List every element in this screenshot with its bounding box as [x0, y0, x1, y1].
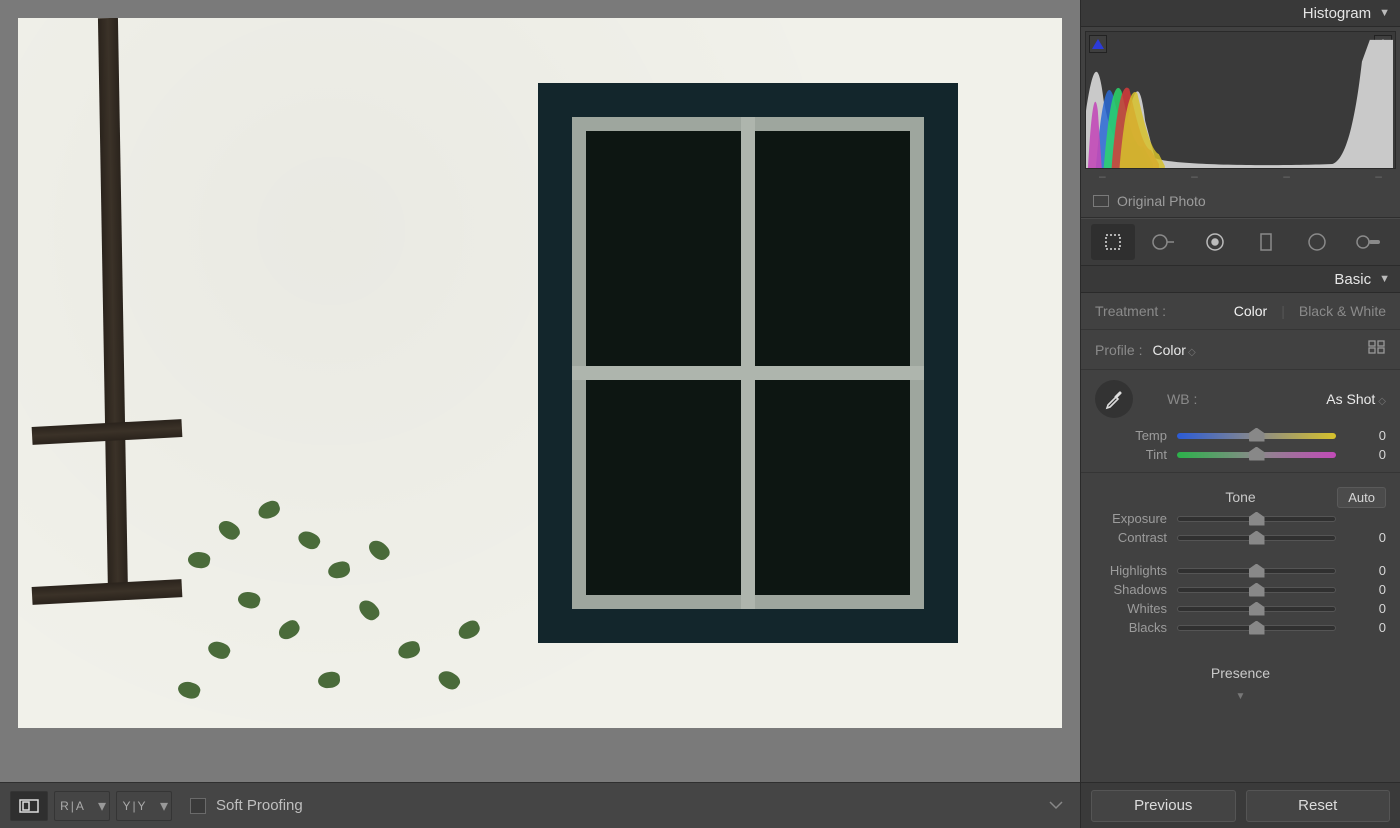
contrast-value[interactable]: 0 — [1346, 530, 1386, 545]
image-canvas[interactable] — [0, 0, 1080, 746]
tint-value[interactable]: 0 — [1346, 447, 1386, 462]
temp-label: Temp — [1095, 428, 1167, 443]
right-panel-footer: Previous Reset — [1081, 782, 1400, 828]
treatment-row: Treatment : Color | Black & White — [1081, 293, 1400, 330]
bottom-toolbar: R|A ▾ Y|Y ▾ Soft Proofing — [0, 782, 1080, 828]
profile-browser-icon[interactable] — [1368, 340, 1386, 359]
soft-proofing-label: Soft Proofing — [216, 797, 303, 814]
wb-preset-dropdown[interactable]: As Shot◇ — [1326, 391, 1386, 407]
treatment-label: Treatment : — [1095, 303, 1166, 319]
original-photo-label: Original Photo — [1117, 193, 1206, 209]
view-mode-compare-group: R|A ▾ — [54, 791, 110, 821]
original-photo-toggle[interactable]: Original Photo — [1081, 185, 1400, 218]
whites-label: Whites — [1095, 601, 1167, 616]
previous-button[interactable]: Previous — [1091, 790, 1236, 822]
whites-value[interactable]: 0 — [1346, 601, 1386, 616]
whites-slider-row: Whites 0 — [1095, 601, 1386, 616]
histogram-panel-header[interactable]: Histogram ▼ — [1081, 0, 1400, 27]
auto-tone-button[interactable]: Auto — [1337, 487, 1386, 508]
highlights-slider-row: Highlights 0 — [1095, 563, 1386, 578]
treatment-bw-option[interactable]: Black & White — [1299, 303, 1386, 319]
reset-button[interactable]: Reset — [1246, 790, 1391, 822]
crop-tool[interactable] — [1091, 224, 1135, 260]
view-mode-yy-menu[interactable]: ▾ — [157, 792, 171, 820]
exposure-slider[interactable] — [1177, 516, 1336, 522]
view-mode-group — [10, 791, 48, 821]
highlights-value[interactable]: 0 — [1346, 563, 1386, 578]
view-mode-loupe[interactable] — [11, 792, 47, 820]
separator: | — [1281, 303, 1285, 319]
blacks-slider-row: Blacks 0 — [1095, 620, 1386, 635]
view-mode-before-after-ra[interactable]: R|A — [55, 792, 91, 820]
view-mode-survey-group: Y|Y ▾ — [116, 791, 172, 821]
white-balance-eyedropper[interactable] — [1095, 380, 1133, 418]
basic-panel: Treatment : Color | Black & White Profil… — [1081, 293, 1400, 782]
temp-value[interactable]: 0 — [1346, 428, 1386, 443]
temp-slider[interactable] — [1177, 433, 1336, 439]
histogram-title: Histogram — [1303, 5, 1371, 22]
treatment-color-option[interactable]: Color — [1234, 303, 1267, 319]
spot-removal-tool[interactable] — [1142, 224, 1186, 260]
collapse-icon: ▼ — [1379, 7, 1390, 19]
white-balance-section: WB : As Shot◇ Temp 0 Tint 0 — [1081, 370, 1400, 473]
original-photo-checkbox-icon — [1093, 195, 1109, 207]
tint-label: Tint — [1095, 447, 1167, 462]
temp-slider-row: Temp 0 — [1095, 428, 1386, 443]
tone-heading: Tone — [1225, 489, 1255, 505]
histogram[interactable] — [1085, 31, 1396, 169]
profile-label: Profile : — [1095, 342, 1142, 358]
app-root: R|A ▾ Y|Y ▾ Soft Proofing Histogram ▼ — [0, 0, 1400, 828]
blacks-label: Blacks — [1095, 620, 1167, 635]
soft-proofing-checkbox[interactable] — [190, 798, 206, 814]
whites-slider[interactable] — [1177, 606, 1336, 612]
highlights-label: Highlights — [1095, 563, 1167, 578]
photo-preview — [18, 18, 1062, 728]
red-eye-tool[interactable] — [1193, 224, 1237, 260]
exposure-label: Exposure — [1095, 511, 1167, 526]
histogram-graph — [1086, 32, 1393, 168]
basic-title: Basic — [1334, 271, 1371, 288]
scroll-down-hint-icon[interactable]: ▼ — [1081, 691, 1400, 701]
main-area: R|A ▾ Y|Y ▾ Soft Proofing — [0, 0, 1080, 828]
highlights-slider[interactable] — [1177, 568, 1336, 574]
histogram-info-row: –––– — [1081, 169, 1400, 185]
presence-heading: Presence — [1211, 665, 1270, 681]
view-mode-ra-menu[interactable]: ▾ — [95, 792, 109, 820]
graduated-filter-tool[interactable] — [1244, 224, 1288, 260]
shadows-label: Shadows — [1095, 582, 1167, 597]
blacks-value[interactable]: 0 — [1346, 620, 1386, 635]
exposure-slider-row: Exposure — [1095, 511, 1386, 526]
toolbar-expand-chevron[interactable] — [1042, 792, 1070, 820]
contrast-slider-row: Contrast 0 — [1095, 530, 1386, 545]
shadows-slider[interactable] — [1177, 587, 1336, 593]
basic-panel-header[interactable]: Basic ▼ — [1081, 266, 1400, 293]
profile-dropdown[interactable]: Color◇ — [1152, 342, 1195, 358]
tone-section: Tone Auto Exposure Contrast 0 Highlights — [1081, 473, 1400, 647]
shadows-slider-row: Shadows 0 — [1095, 582, 1386, 597]
soft-proofing-toggle[interactable]: Soft Proofing — [190, 797, 303, 814]
presence-section: Presence — [1081, 647, 1400, 691]
contrast-slider[interactable] — [1177, 535, 1336, 541]
view-mode-before-after-yy[interactable]: Y|Y — [117, 792, 153, 820]
tint-slider-row: Tint 0 — [1095, 447, 1386, 462]
shadows-value[interactable]: 0 — [1346, 582, 1386, 597]
radial-filter-tool[interactable] — [1295, 224, 1339, 260]
wb-label: WB : — [1167, 391, 1197, 407]
adjustment-brush-tool[interactable] — [1346, 224, 1390, 260]
tint-slider[interactable] — [1177, 452, 1336, 458]
collapse-icon: ▼ — [1379, 273, 1390, 285]
right-panel: Histogram ▼ –––– Original Photo — [1080, 0, 1400, 828]
contrast-label: Contrast — [1095, 530, 1167, 545]
local-adjustment-toolstrip — [1081, 218, 1400, 266]
profile-row: Profile : Color◇ — [1081, 330, 1400, 370]
blacks-slider[interactable] — [1177, 625, 1336, 631]
